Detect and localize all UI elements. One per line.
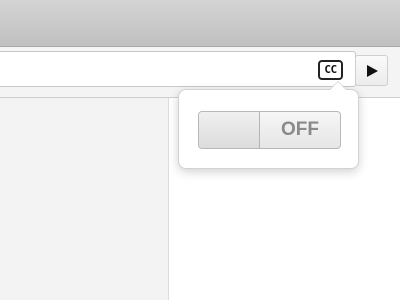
app-window: CC OFF: [0, 0, 400, 300]
play-icon: [367, 65, 378, 77]
sidebar: [0, 98, 169, 300]
toggle-state-label: OFF: [281, 119, 319, 140]
closed-captions-icon[interactable]: CC: [318, 60, 343, 80]
popover-arrow: [329, 81, 347, 90]
captions-popover: OFF: [178, 81, 359, 169]
captions-toggle-switch[interactable]: OFF: [198, 111, 341, 149]
play-button[interactable]: [355, 55, 388, 86]
address-bar[interactable]: [0, 51, 356, 87]
toggle-knob[interactable]: [199, 112, 260, 148]
title-bar: [0, 0, 400, 47]
